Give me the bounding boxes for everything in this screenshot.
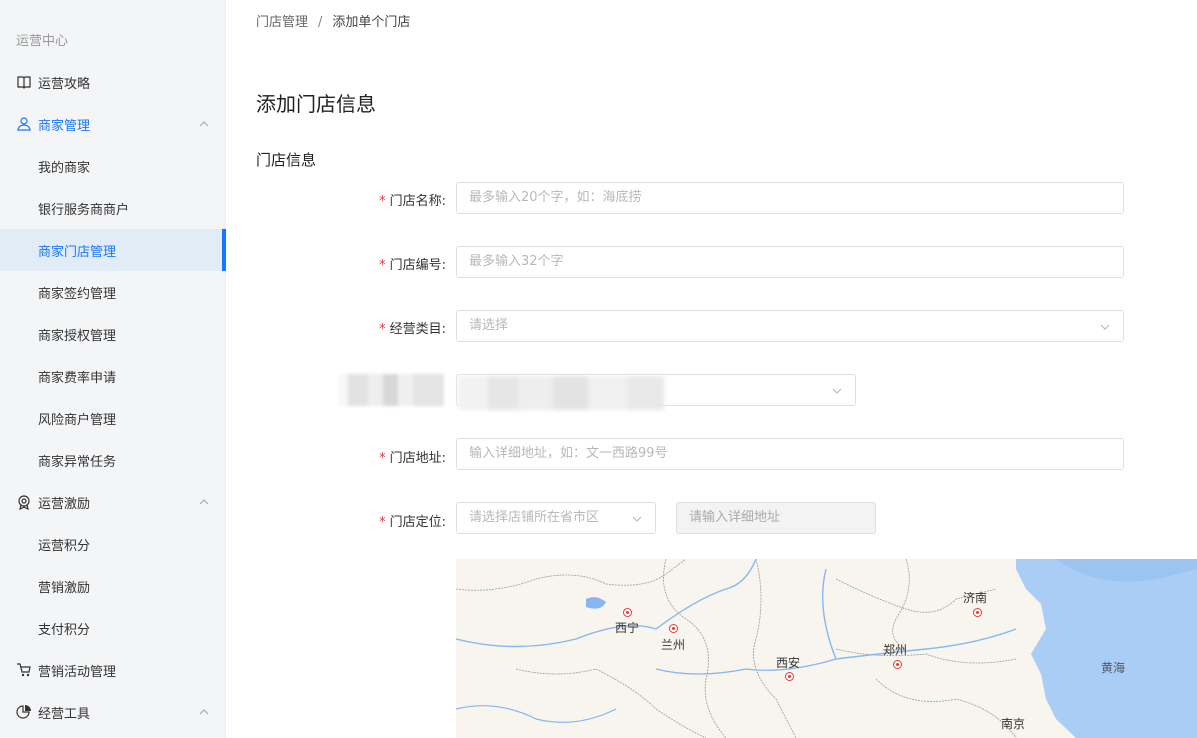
sidebar-item-marketing-campaigns[interactable]: 营销活动管理 [0,649,226,691]
medal-icon [18,495,30,510]
category-label: * 经营类目: [379,322,446,337]
sidebar-item-label: 风险商户管理 [38,412,117,428]
sidebar-item-marketing-incentive[interactable]: 营销激励 [0,565,226,607]
sidebar-item-operation-points[interactable]: 运营积分 [0,523,226,565]
sidebar-item-label: 支付积分 [38,622,91,638]
city-label-xian: 西安 [776,656,801,670]
breadcrumb: 门店管理 / 添加单个门店 [256,11,410,30]
chevron-up-icon[interactable] [198,118,210,130]
required-mark: * [379,194,386,209]
category-select[interactable]: 请选择 [456,310,1124,342]
sidebar-item-label: 运营积分 [38,538,91,554]
city-marker [785,672,794,681]
sidebar-item-business-tools[interactable]: 经营工具 [0,691,226,733]
breadcrumb-separator: / [318,15,323,30]
detail-address-placeholder: 请输入详细地址 [689,510,781,525]
city-label-lanzhou: 兰州 [661,638,686,652]
sidebar-item-my-merchants[interactable]: 我的商家 [0,145,226,187]
chevron-down-icon [1100,324,1110,330]
address-label: * 门店地址: [379,451,446,466]
store-name-placeholder: 最多输入20个字，如：海底捞 [469,190,642,205]
required-mark: * [379,451,386,466]
region-placeholder: 请选择店铺所在省市区 [469,510,600,525]
breadcrumb-current: 添加单个门店 [332,15,411,30]
required-mark: * [379,322,386,337]
sidebar-item-label: 商家管理 [38,118,91,134]
sidebar-item-label: 经营工具 [38,706,91,722]
breadcrumb-parent-link[interactable]: 门店管理 [256,15,308,30]
address-input[interactable]: 输入详细地址，如：文一西路99号 [456,438,1124,470]
store-name-input[interactable]: 最多输入20个字，如：海底捞 [456,182,1124,214]
sidebar-item-operation-guide[interactable]: 运营攻略 [0,61,226,103]
city-marker [973,608,982,617]
address-placeholder: 输入详细地址，如：文一西路99号 [469,446,668,461]
sidebar-item-label: 运营激励 [38,496,91,512]
sidebar-item-label: 营销激励 [38,580,91,596]
city-marker [669,624,678,633]
sidebar-item-fee-application[interactable]: 商家费率申请 [0,355,226,397]
page-title: 添加门店信息 [256,92,376,116]
city-label-jinan: 济南 [963,591,988,605]
required-mark: * [379,258,386,273]
map-terrain [456,559,1197,738]
city-label-zhengzhou: 郑州 [883,643,908,657]
book-icon [17,76,31,89]
city-label-nanjing: 南京 [1001,717,1026,731]
sidebar-group-title: 运营中心 [16,34,69,49]
sidebar-item-contract-management[interactable]: 商家签约管理 [0,271,226,313]
sidebar-item-bank-merchants[interactable]: 银行服务商商户 [0,187,226,229]
sidebar-item-merchant-management[interactable]: 商家管理 [0,103,226,145]
sidebar-item-label: 商家异常任务 [38,454,117,470]
store-code-label: * 门店编号: [379,258,446,273]
city-marker [623,608,632,617]
sidebar-item-operation-incentive[interactable]: 运营激励 [0,481,226,523]
sea-label: 黄海 [1101,661,1126,675]
user-group-icon [17,117,31,131]
category-placeholder: 请选择 [469,318,509,333]
sidebar-item-label: 商家授权管理 [38,328,117,344]
sidebar-item-label: 我的商家 [38,160,91,176]
sidebar-item-label: 商家费率申请 [38,370,117,386]
chevron-down-icon [632,516,642,522]
detail-address-input[interactable]: 请输入详细地址 [676,502,876,534]
redacted-value [458,376,664,410]
sidebar: 运营中心 运营攻略 商家管理 我的商家 银行服务商商户 商家门店管理 商家签约管… [0,0,226,738]
sidebar-item-payment-points[interactable]: 支付积分 [0,607,226,649]
sidebar-item-label: 运营攻略 [38,76,91,92]
store-name-label: * 门店名称: [379,194,446,209]
sidebar-item-abnormal-tasks[interactable]: 商家异常任务 [0,439,226,481]
store-code-input[interactable]: 最多输入32个字 [456,246,1124,278]
redacted-label [338,374,444,406]
chevron-up-icon[interactable] [198,706,210,718]
region-select[interactable]: 请选择店铺所在省市区 [456,502,656,534]
store-code-placeholder: 最多输入32个字 [469,254,564,269]
city-label-xining: 西宁 [615,621,640,635]
sidebar-item-label: 营销活动管理 [38,664,117,680]
pie-chart-icon [16,705,31,719]
sidebar-item-store-management[interactable]: 商家门店管理 [0,229,226,271]
cart-icon [17,663,31,677]
sidebar-item-label: 商家签约管理 [38,286,117,302]
sidebar-item-risk-merchants[interactable]: 风险商户管理 [0,397,226,439]
chevron-down-icon [832,388,842,394]
section-title: 门店信息 [256,151,317,169]
city-marker [893,660,902,669]
sidebar-item-label: 商家门店管理 [38,244,117,260]
sidebar-item-authorization-management[interactable]: 商家授权管理 [0,313,226,355]
sidebar-item-label: 银行服务商商户 [38,202,130,218]
location-label: * 门店定位: [379,515,446,530]
map[interactable]: 西宁 兰州 西安 郑州 济南 南京 黄海 [456,559,1197,738]
required-mark: * [379,515,386,530]
chevron-up-icon[interactable] [198,496,210,508]
